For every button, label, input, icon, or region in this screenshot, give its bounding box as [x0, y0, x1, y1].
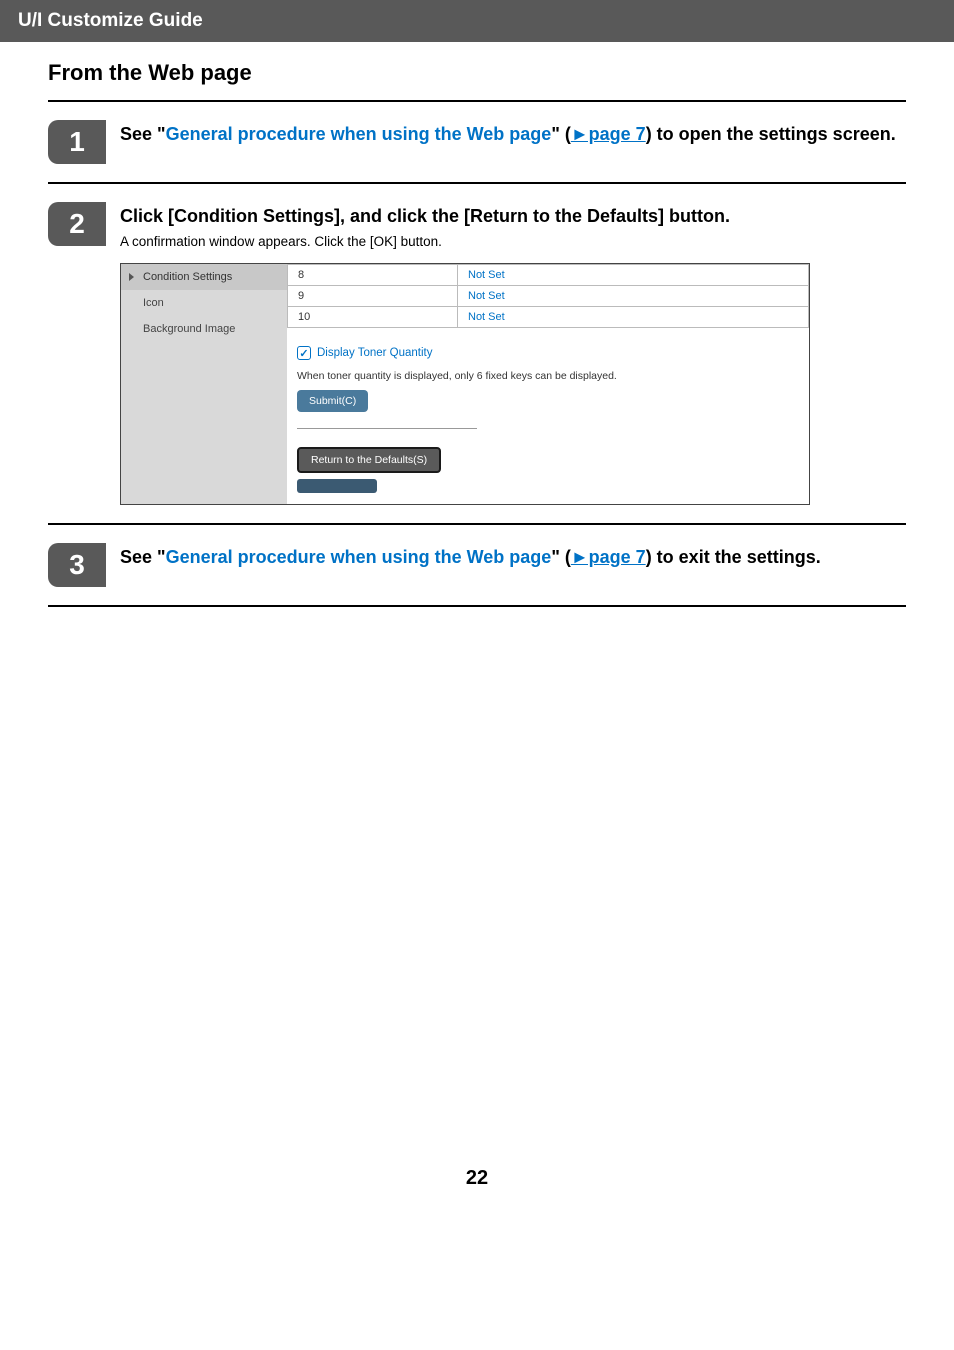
sidebar-item-condition-settings[interactable]: Condition Settings [121, 264, 287, 290]
step-title: See "General procedure when using the We… [120, 545, 906, 569]
cell-index: 8 [288, 265, 458, 286]
header-title: U/I Customize Guide [18, 10, 203, 31]
cell-index: 9 [288, 286, 458, 307]
page-content: From the Web page 1 See "General procedu… [0, 42, 954, 607]
step-body: See "General procedure when using the We… [120, 543, 906, 587]
table-row: 10 Not Set [288, 307, 809, 328]
cell-value[interactable]: Not Set [458, 286, 809, 307]
step-body: Click [Condition Settings], and click th… [120, 202, 906, 505]
text: " ( [551, 124, 571, 144]
link-page-7[interactable]: ►page 7 [571, 547, 646, 567]
step-title: See "General procedure when using the We… [120, 122, 906, 146]
step-1: 1 See "General procedure when using the … [48, 102, 906, 184]
text: See " [120, 547, 166, 567]
table-row: 9 Not Set [288, 286, 809, 307]
checkbox-checked-icon[interactable]: ✓ [297, 346, 311, 360]
link-general-procedure[interactable]: General procedure when using the Web pag… [166, 124, 552, 144]
step-title: Click [Condition Settings], and click th… [120, 204, 906, 228]
settings-sidebar: Condition Settings Icon Background Image [121, 264, 287, 504]
sidebar-item-background-image[interactable]: Background Image [121, 316, 287, 342]
divider [297, 428, 477, 429]
step-number: 1 [48, 120, 106, 164]
embedded-screenshot: Condition Settings Icon Background Image [120, 263, 810, 505]
step-subtext: A confirmation window appears. Click the… [120, 234, 906, 249]
step-body: See "General procedure when using the We… [120, 120, 906, 164]
checkbox-label: Display Toner Quantity [317, 347, 432, 359]
sidebar-label: Icon [143, 297, 164, 309]
text: " ( [551, 547, 571, 567]
table-row: 8 Not Set [288, 265, 809, 286]
cell-index: 10 [288, 307, 458, 328]
text: See " [120, 124, 166, 144]
settings-main: 8 Not Set 9 Not Set 10 Not Set [287, 264, 809, 504]
submit-button[interactable]: Submit(C) [297, 390, 368, 412]
link-page-7[interactable]: ►page 7 [571, 124, 646, 144]
sidebar-label: Background Image [143, 323, 235, 335]
sidebar-item-icon[interactable]: Icon [121, 290, 287, 316]
return-defaults-button[interactable]: Return to the Defaults(S) [297, 447, 441, 473]
note-text: When toner quantity is displayed, only 6… [297, 370, 799, 382]
text: ) to open the settings screen. [646, 124, 896, 144]
step-3: 3 See "General procedure when using the … [48, 525, 906, 607]
step-number: 2 [48, 202, 106, 246]
cell-value[interactable]: Not Set [458, 265, 809, 286]
settings-panel: Condition Settings Icon Background Image [120, 263, 810, 505]
header-bar: U/I Customize Guide [0, 0, 954, 42]
sidebar-label: Condition Settings [143, 271, 232, 283]
truncated-button[interactable] [297, 479, 377, 493]
settings-detail: ✓ Display Toner Quantity When toner quan… [287, 328, 809, 412]
step-number: 3 [48, 543, 106, 587]
settings-table: 8 Not Set 9 Not Set 10 Not Set [287, 264, 809, 328]
step-2: 2 Click [Condition Settings], and click … [48, 184, 906, 525]
page-number: 22 [0, 607, 954, 1220]
link-general-procedure[interactable]: General procedure when using the Web pag… [166, 547, 552, 567]
checkbox-row[interactable]: ✓ Display Toner Quantity [297, 346, 799, 360]
section-heading: From the Web page [48, 60, 906, 102]
cell-value[interactable]: Not Set [458, 307, 809, 328]
text: ) to exit the settings. [646, 547, 821, 567]
